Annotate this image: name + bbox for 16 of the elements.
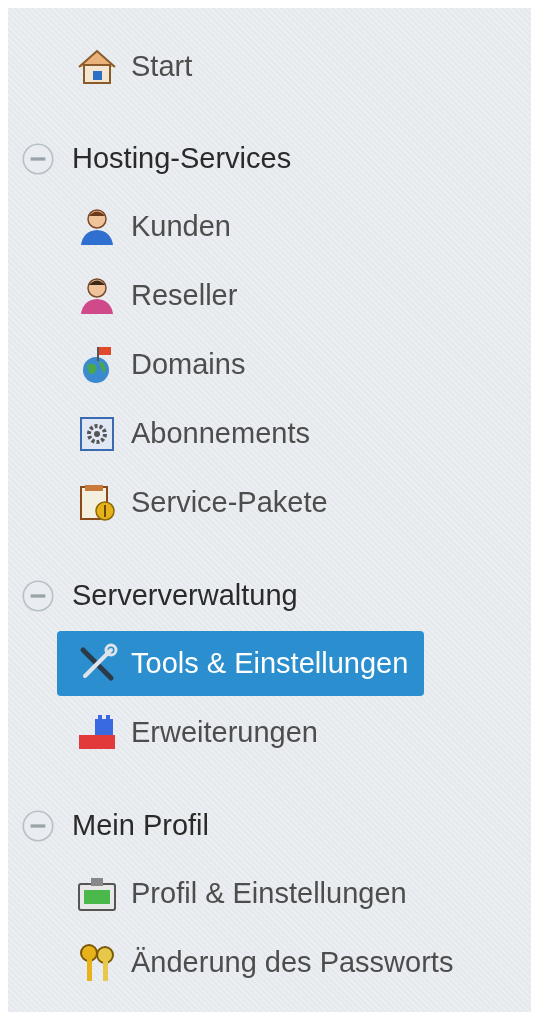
sidebar-item[interactable]: Domains <box>57 332 262 397</box>
collapse-icon[interactable] <box>20 140 56 177</box>
collapse-icon[interactable] <box>20 807 56 844</box>
sidebar-item[interactable]: Profil & Einstellungen <box>57 861 423 926</box>
sidebar-item[interactable]: Start <box>57 34 209 99</box>
sidebar-item[interactable]: Erweiterungen <box>57 700 334 765</box>
section-title: Mein Profil <box>72 807 209 843</box>
sidebar-item[interactable]: Kunden <box>57 194 247 259</box>
section-title: Serververwaltung <box>72 577 298 613</box>
sidebar-item[interactable]: Änderung des Passworts <box>57 930 470 995</box>
section-title: Hosting-Services <box>72 140 292 176</box>
sidebar-item[interactable]: Reseller <box>57 263 254 328</box>
sidebar-item[interactable]: Tools & Einstellungen <box>57 631 425 696</box>
sidebar-item[interactable]: Service-Pakete <box>57 470 344 535</box>
sidebar-item[interactable]: Abonnements <box>57 401 326 466</box>
collapse-icon[interactable] <box>20 577 56 614</box>
